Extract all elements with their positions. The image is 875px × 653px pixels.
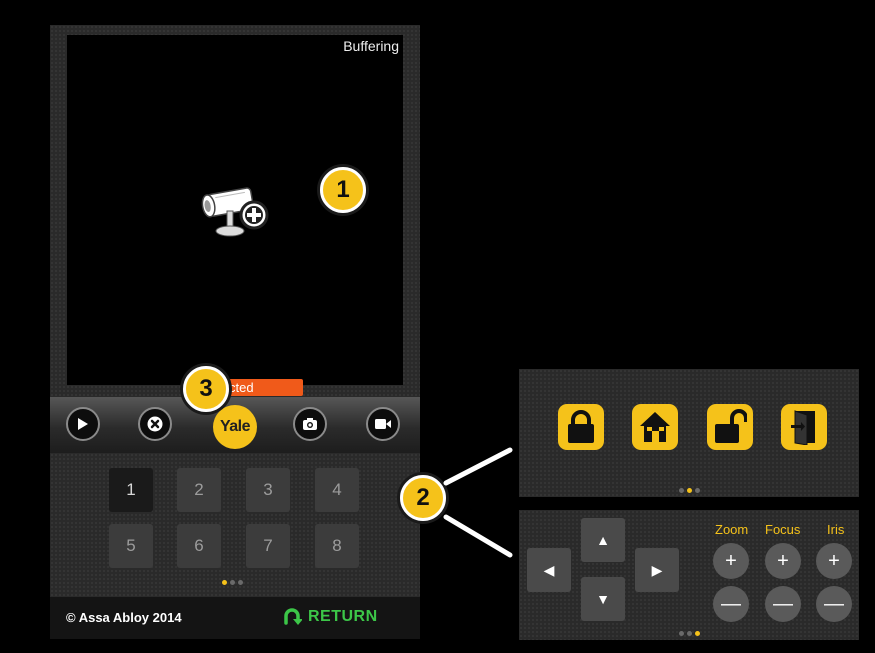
lock-panel [519, 369, 859, 497]
page-dot [679, 631, 684, 636]
door-icon [791, 410, 815, 445]
unlock-button[interactable] [707, 404, 753, 450]
iris-label: Iris [827, 522, 845, 537]
unlock-icon [715, 409, 747, 443]
page-dot [679, 488, 684, 493]
iris-close-button[interactable]: — [816, 586, 852, 622]
focus-label: Focus [765, 522, 801, 537]
door-button[interactable] [781, 404, 827, 450]
zoom-label: Zoom [715, 522, 749, 537]
iris-open-button[interactable]: + [816, 543, 852, 579]
home-icon [640, 412, 670, 442]
pan-down-button[interactable]: ▼ [581, 577, 625, 621]
pan-up-button[interactable]: ▲ [581, 518, 625, 562]
page-dot [695, 631, 700, 636]
zoom-out-button[interactable]: — [713, 586, 749, 622]
focus-in-button[interactable]: + [765, 543, 801, 579]
lock-button[interactable] [558, 404, 604, 450]
lock-icon [568, 410, 594, 443]
zoom-in-button[interactable]: + [713, 543, 749, 579]
page-dot [687, 631, 692, 636]
ptz-panel: ▲ ◀ ▶ ▼ Zoom Focus Iris + + + — — — [519, 510, 859, 640]
focus-out-button[interactable]: — [765, 586, 801, 622]
home-button[interactable] [632, 404, 678, 450]
page-dot [687, 488, 692, 493]
pan-right-button[interactable]: ▶ [635, 548, 679, 592]
page-dot [695, 488, 700, 493]
ptz-page-indicator [679, 631, 700, 636]
pan-left-button[interactable]: ◀ [527, 548, 571, 592]
lock-page-indicator [679, 488, 700, 493]
